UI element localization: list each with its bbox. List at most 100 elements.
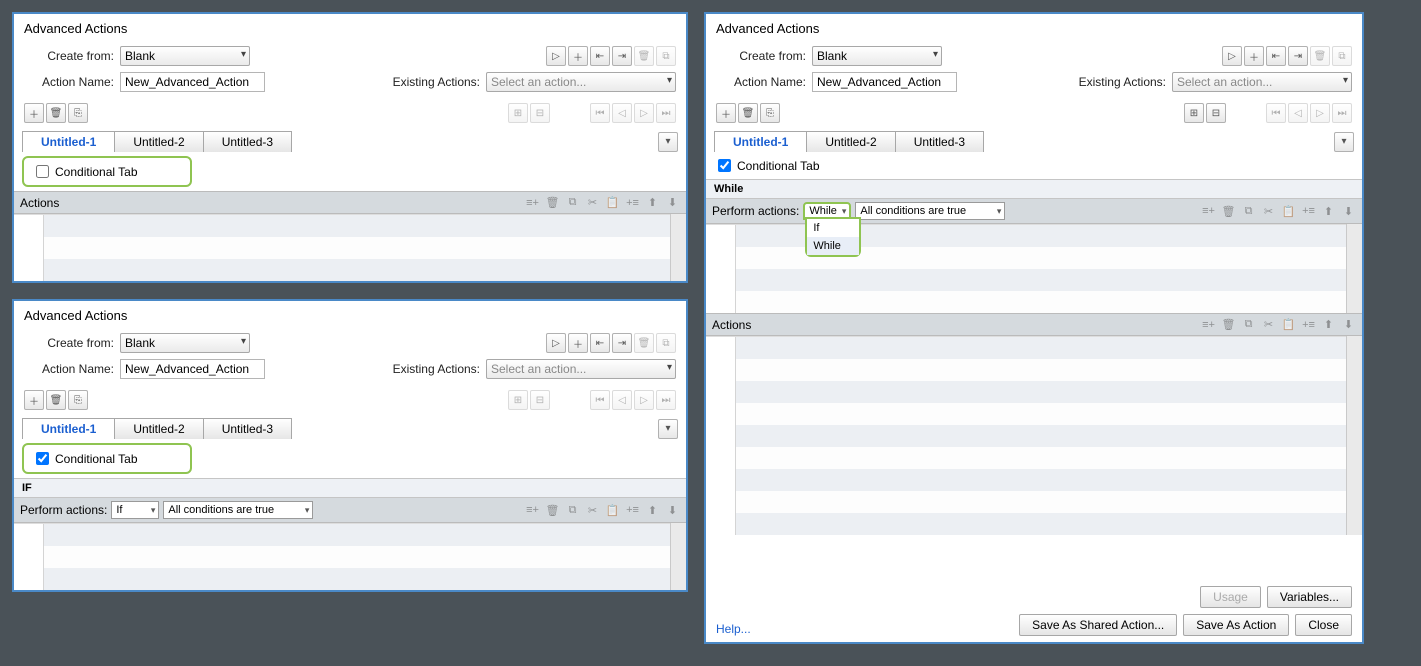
trash-icon[interactable]: 🗑 — [738, 103, 758, 123]
scrollbar[interactable] — [1346, 336, 1362, 535]
add-row-icon[interactable]: ≡+ — [1201, 204, 1216, 219]
import-icon[interactable]: ⇤ — [1266, 46, 1286, 66]
grid-row[interactable] — [706, 469, 1346, 491]
preview-icon[interactable]: ▷ — [546, 46, 566, 66]
save-shared-button[interactable]: Save As Shared Action... — [1019, 614, 1177, 636]
grid-row[interactable] — [706, 491, 1346, 513]
grid-row[interactable] — [14, 524, 670, 546]
up-icon[interactable]: ⬆ — [1321, 204, 1336, 219]
copy-row-icon[interactable]: ⧉ — [565, 503, 580, 518]
paste-row-icon[interactable]: 📋 — [1281, 204, 1296, 219]
grid-row[interactable] — [14, 215, 670, 237]
grid-row[interactable] — [706, 269, 1346, 291]
down-icon[interactable]: ⬇ — [665, 195, 680, 210]
copy-icon[interactable]: ⎘ — [68, 103, 88, 123]
scrollbar[interactable] — [670, 214, 686, 281]
cut-row-icon[interactable]: ✂ — [585, 503, 600, 518]
grid-row[interactable] — [14, 237, 670, 259]
import-icon[interactable]: ⇤ — [590, 46, 610, 66]
plus-icon[interactable]: ＋ — [24, 390, 44, 410]
existing-actions-select[interactable]: Select an action... — [486, 359, 676, 379]
ungroup-icon[interactable]: ⊟ — [1206, 103, 1226, 123]
grid-row[interactable] — [14, 259, 670, 281]
create-from-select[interactable]: Blank — [812, 46, 942, 66]
create-from-select[interactable]: Blank — [120, 46, 250, 66]
grid-row[interactable] — [706, 381, 1346, 403]
del-row-icon[interactable]: 🗑 — [545, 503, 560, 518]
tab-untitled2[interactable]: Untitled-2 — [114, 131, 203, 152]
tab-untitled2[interactable]: Untitled-2 — [114, 418, 203, 439]
condition-select[interactable]: All conditions are true — [163, 501, 313, 519]
preview-icon[interactable]: ▷ — [1222, 46, 1242, 66]
grid-row[interactable] — [14, 546, 670, 568]
tab-untitled1[interactable]: Untitled-1 — [714, 131, 807, 152]
copy-icon[interactable]: ⎘ — [68, 390, 88, 410]
variables-button[interactable]: Variables... — [1267, 586, 1352, 608]
action-name-input[interactable] — [120, 72, 265, 92]
del-row-icon[interactable]: 🗑 — [545, 195, 560, 210]
add-icon[interactable]: ＋ — [1244, 46, 1264, 66]
tab-menu-icon[interactable]: ▾ — [1334, 132, 1354, 152]
grid-row[interactable] — [706, 291, 1346, 313]
down-icon[interactable]: ⬇ — [1341, 317, 1356, 332]
down-icon[interactable]: ⬇ — [1341, 204, 1356, 219]
grid-row[interactable] — [706, 337, 1346, 359]
grid-row[interactable] — [706, 403, 1346, 425]
action-name-input[interactable] — [120, 359, 265, 379]
paste-row-icon[interactable]: 📋 — [1281, 317, 1296, 332]
tab-untitled1[interactable]: Untitled-1 — [22, 131, 115, 152]
insert-icon[interactable]: +≡ — [1301, 317, 1316, 332]
plus-icon[interactable]: ＋ — [716, 103, 736, 123]
tab-untitled3[interactable]: Untitled-3 — [203, 131, 292, 152]
preview-icon[interactable]: ▷ — [546, 333, 566, 353]
grid-row[interactable] — [706, 225, 1346, 247]
del-row-icon[interactable]: 🗑 — [1221, 317, 1236, 332]
option-if[interactable]: If — [807, 219, 859, 237]
conditional-tab-checkbox[interactable] — [36, 452, 49, 465]
perform-mode-select[interactable]: While If While — [803, 202, 851, 220]
perform-mode-select[interactable]: If — [111, 501, 159, 519]
tab-untitled1[interactable]: Untitled-1 — [22, 418, 115, 439]
up-icon[interactable]: ⬆ — [645, 503, 660, 518]
paste-row-icon[interactable]: 📋 — [605, 503, 620, 518]
action-name-input[interactable] — [812, 72, 957, 92]
insert-icon[interactable]: +≡ — [1301, 204, 1316, 219]
add-row-icon[interactable]: ≡+ — [1201, 317, 1216, 332]
grid-row[interactable] — [706, 447, 1346, 469]
add-row-icon[interactable]: ≡+ — [525, 503, 540, 518]
tab-menu-icon[interactable]: ▾ — [658, 132, 678, 152]
export-icon[interactable]: ⇥ — [612, 46, 632, 66]
tab-untitled2[interactable]: Untitled-2 — [806, 131, 895, 152]
cut-row-icon[interactable]: ✂ — [1261, 317, 1276, 332]
tab-menu-icon[interactable]: ▾ — [658, 419, 678, 439]
close-button[interactable]: Close — [1295, 614, 1352, 636]
up-icon[interactable]: ⬆ — [1321, 317, 1336, 332]
plus-icon[interactable]: ＋ — [24, 103, 44, 123]
add-icon[interactable]: ＋ — [568, 333, 588, 353]
grid-row[interactable] — [706, 359, 1346, 381]
option-while[interactable]: While — [807, 237, 859, 255]
insert-icon[interactable]: +≡ — [625, 503, 640, 518]
trash-icon[interactable]: 🗑 — [46, 390, 66, 410]
tab-untitled3[interactable]: Untitled-3 — [895, 131, 984, 152]
paste-row-icon[interactable]: 📋 — [605, 195, 620, 210]
down-icon[interactable]: ⬇ — [665, 503, 680, 518]
export-icon[interactable]: ⇥ — [1288, 46, 1308, 66]
cut-row-icon[interactable]: ✂ — [585, 195, 600, 210]
add-icon[interactable]: ＋ — [568, 46, 588, 66]
scrollbar[interactable] — [1346, 224, 1362, 313]
cut-row-icon[interactable]: ✂ — [1261, 204, 1276, 219]
insert-icon[interactable]: +≡ — [625, 195, 640, 210]
del-row-icon[interactable]: 🗑 — [1221, 204, 1236, 219]
grid-row[interactable] — [706, 513, 1346, 535]
existing-actions-select[interactable]: Select an action... — [1172, 72, 1352, 92]
export-icon[interactable]: ⇥ — [612, 333, 632, 353]
save-action-button[interactable]: Save As Action — [1183, 614, 1289, 636]
help-link[interactable]: Help... — [716, 622, 751, 636]
existing-actions-select[interactable]: Select an action... — [486, 72, 676, 92]
condition-select[interactable]: All conditions are true — [855, 202, 1005, 220]
scrollbar[interactable] — [670, 523, 686, 590]
tab-untitled3[interactable]: Untitled-3 — [203, 418, 292, 439]
copy-row-icon[interactable]: ⧉ — [1241, 317, 1256, 332]
conditional-tab-checkbox[interactable] — [718, 159, 731, 172]
